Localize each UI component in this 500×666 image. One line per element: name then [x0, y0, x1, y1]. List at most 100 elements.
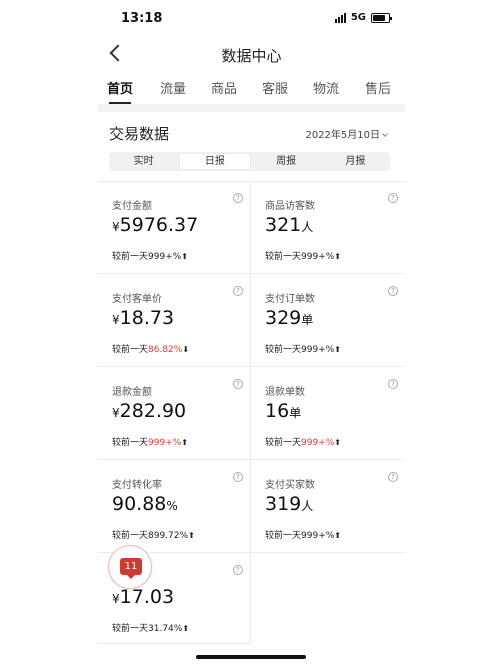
comparison-label: 较前一天: [112, 624, 149, 634]
battery-icon: [371, 12, 392, 23]
comparison-label: 较前一天: [112, 531, 149, 541]
section-title: 交易数据: [109, 125, 170, 143]
metric-value: ¥5976.37: [112, 214, 198, 236]
metric-unit: 单: [289, 406, 302, 420]
arrow-up-icon: ⬆: [181, 252, 188, 261]
metric-label: 支付客单价: [112, 294, 162, 305]
metric-card: 支付转化率? 90.88% 较前一天899.72%⬆: [98, 461, 251, 553]
metric-comparison: 较前一天999+%⬆: [112, 249, 188, 262]
metric-number: 282.90: [119, 400, 187, 422]
metric-number: 329: [265, 307, 302, 329]
metric-card: 支付买家数? 319人较前一天999+%⬆: [251, 461, 405, 553]
header: 数据中心: [98, 38, 405, 72]
signal-icon: [334, 12, 346, 23]
period-segmented-control: 实时 日报 周报 月报: [109, 152, 390, 171]
arrow-up-icon: ⬆: [334, 438, 341, 447]
metric-comparison: 较前一天999+%⬆: [265, 249, 341, 262]
comparison-label: 较前一天: [112, 345, 149, 355]
metric-number: 17.03: [119, 586, 175, 608]
help-icon[interactable]: ?: [388, 379, 398, 389]
metric-label: 退款金额: [112, 387, 152, 398]
segment-weekly[interactable]: 周报: [252, 152, 321, 171]
tab-home[interactable]: 首页: [100, 78, 140, 97]
metric-value: 329单: [265, 307, 313, 329]
metric-card: 商品访客数? 321人 较前一天999+%⬆: [251, 182, 405, 274]
divider: [98, 104, 405, 112]
tab-products[interactable]: 商品: [204, 78, 244, 97]
segment-daily[interactable]: 日报: [180, 154, 250, 169]
arrow-up-icon: ⬆: [334, 345, 341, 354]
currency-symbol: ¥: [112, 313, 120, 327]
currency-symbol: ¥: [112, 220, 120, 234]
metric-number: 5976.37: [119, 214, 199, 236]
metric-number: 321: [265, 214, 302, 236]
metric-number: 90.88: [112, 493, 167, 515]
metric-unit: 人: [301, 499, 314, 513]
metric-label: 支付金额: [112, 201, 152, 212]
tab-bar: 首页 流量 商品 客服 物流 售后: [98, 78, 405, 104]
currency-symbol: ¥: [112, 592, 120, 606]
chevron-down-icon: [382, 131, 388, 137]
metric-label: 支付订单数: [265, 294, 315, 305]
metric-unit: 单: [301, 313, 314, 327]
metric-value: ¥17.03: [112, 586, 174, 608]
comparison-label: 较前一天: [112, 438, 149, 448]
metric-card: 支付金额? ¥5976.37 较前一天999+%⬆: [98, 182, 251, 274]
page-title: 数据中心: [221, 47, 282, 65]
metric-unit: %: [166, 499, 178, 513]
help-icon[interactable]: ?: [388, 286, 398, 296]
message-count-badge: 11: [120, 558, 142, 579]
comparison-label: 较前一天: [265, 531, 302, 541]
metric-label: 支付转化率: [112, 480, 162, 491]
tab-customer-service[interactable]: 客服: [255, 78, 295, 97]
metric-comparison: 较前一天31.74%⬆: [112, 621, 189, 634]
currency-symbol: ¥: [112, 406, 120, 420]
metric-value: 319人: [265, 493, 313, 515]
metric-number: 16: [265, 400, 290, 422]
comparison-change: 86.82%: [148, 345, 183, 355]
help-icon[interactable]: ?: [233, 286, 243, 296]
comparison-change: 999+%: [301, 252, 335, 262]
comparison-label: 较前一天: [112, 252, 149, 262]
help-icon[interactable]: ?: [388, 472, 398, 482]
comparison-change: 899.72%: [148, 531, 189, 541]
metric-value: 16单: [265, 400, 301, 422]
metric-value: ¥282.90: [112, 400, 186, 422]
help-icon[interactable]: ?: [233, 193, 243, 203]
help-icon[interactable]: ?: [233, 472, 243, 482]
arrow-up-icon: ⬆: [188, 531, 195, 540]
comparison-label: 较前一天: [265, 345, 302, 355]
metric-label: 支付买家数: [265, 480, 315, 491]
segment-monthly[interactable]: 月报: [321, 152, 390, 171]
comparison-change: 31.74%: [148, 624, 183, 634]
metric-comparison: 较前一天999+%⬆: [265, 342, 341, 355]
help-icon[interactable]: ?: [233, 379, 243, 389]
network-label: 5G: [350, 12, 366, 23]
metric-card: 退款单数? 16单较前一天999+%⬆: [251, 368, 405, 460]
home-indicator: [196, 655, 306, 659]
metric-comparison: 较前一天86.82%⬇: [112, 342, 189, 355]
help-icon[interactable]: ?: [388, 193, 398, 203]
metric-comparison: 较前一天999+%⬆: [112, 435, 188, 448]
help-icon[interactable]: ?: [233, 565, 243, 575]
metric-card: 支付客单价? ¥18.73 较前一天86.82%⬇: [98, 275, 251, 367]
comparison-label: 较前一天: [265, 438, 302, 448]
message-badge-button[interactable]: 11: [108, 545, 152, 589]
tab-traffic[interactable]: 流量: [153, 78, 193, 97]
status-bar: 13:18 5G: [0, 0, 500, 38]
date-selector[interactable]: 2022年5月10日: [305, 126, 388, 141]
metric-number: 18.73: [119, 307, 175, 329]
arrow-up-icon: ⬆: [181, 438, 188, 447]
metric-card: 支付订单数? 329单较前一天999+%⬆: [251, 275, 405, 367]
metric-comparison: 较前一天999+%⬆: [265, 528, 341, 541]
comparison-change: 999+%: [148, 438, 182, 448]
tab-logistics[interactable]: 物流: [306, 78, 346, 97]
comparison-change: 999+%: [301, 345, 335, 355]
tab-after-sales[interactable]: 售后: [358, 78, 398, 97]
status-indicators: 5G: [334, 12, 392, 23]
arrow-up-icon: ⬆: [334, 531, 341, 540]
metric-label: 退款单数: [265, 387, 305, 398]
comparison-change: 999+%: [148, 252, 182, 262]
comparison-change: 999+%: [301, 438, 335, 448]
segment-realtime[interactable]: 实时: [109, 152, 178, 171]
